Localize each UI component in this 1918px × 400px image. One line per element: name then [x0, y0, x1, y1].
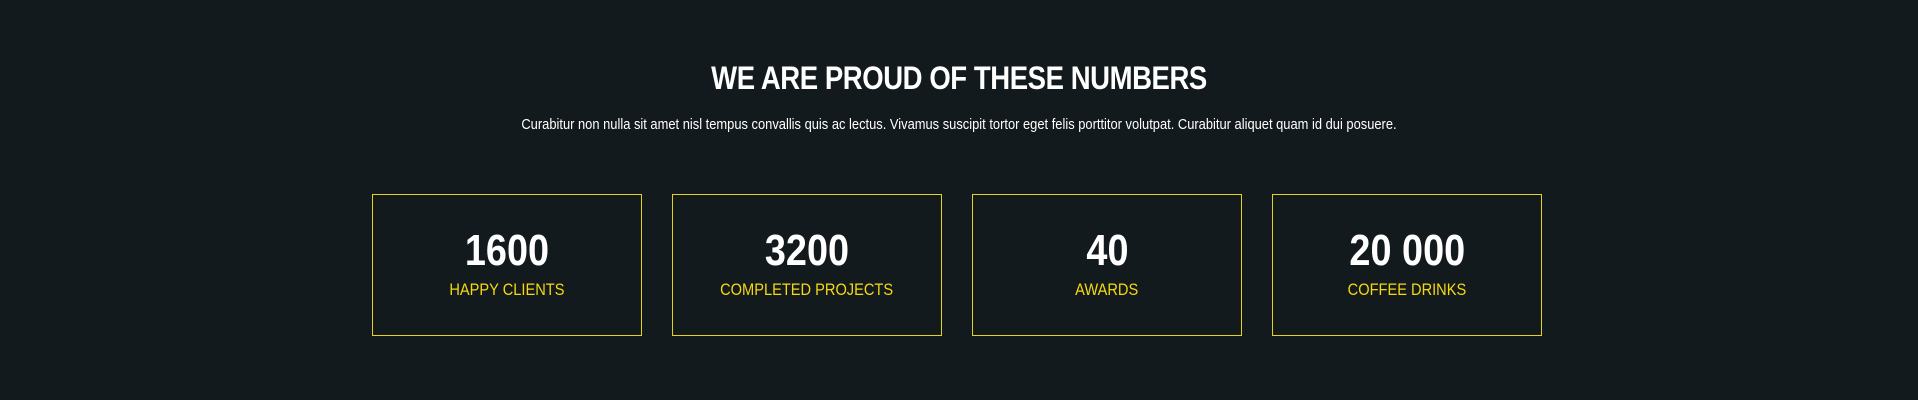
stat-number: 20 000 [1349, 226, 1465, 275]
stat-label: COFFEE DRINKS [1347, 280, 1467, 299]
stat-box-coffee-drinks: 20 000 COFFEE DRINKS [1272, 194, 1542, 336]
stat-box-awards: 40 AWARDS [972, 194, 1242, 336]
section-subtitle: Curabitur non nulla sit amet nisl tempus… [521, 116, 1397, 133]
stat-number: 3200 [764, 226, 850, 275]
stats-section: WE ARE PROUD OF THESE NUMBERS Curabitur … [0, 0, 1918, 400]
stat-label: AWARDS [1075, 280, 1139, 299]
stat-number: 1600 [464, 226, 550, 275]
stat-label: HAPPY CLIENTS [449, 280, 565, 299]
section-title: WE ARE PROUD OF THESE NUMBERS [711, 60, 1207, 96]
stat-label: COMPLETED PROJECTS [720, 280, 894, 299]
stats-row: 1600 HAPPY CLIENTS 3200 COMPLETED PROJEC… [372, 194, 1544, 336]
stat-box-completed-projects: 3200 COMPLETED PROJECTS [672, 194, 942, 336]
stat-box-happy-clients: 1600 HAPPY CLIENTS [372, 194, 642, 336]
stat-number: 40 [1085, 226, 1129, 275]
